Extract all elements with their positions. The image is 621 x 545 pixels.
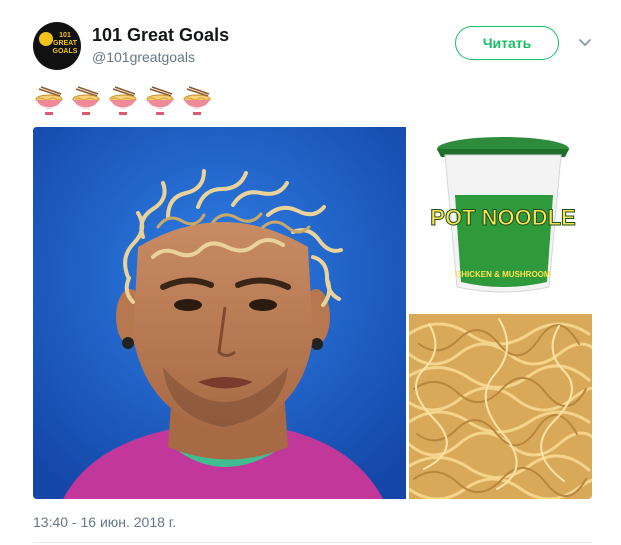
ramen-emoji-icon — [109, 86, 137, 115]
cup-flavor-text: CHICKEN & MUSHROOM — [455, 270, 550, 279]
follow-button[interactable]: Читать — [455, 26, 559, 60]
chevron-down-icon[interactable] — [578, 36, 592, 50]
tweet-timestamp[interactable]: 13:40 - 16 июн. 2018 г. — [33, 514, 176, 530]
author-handle[interactable]: @101greatgoals — [92, 49, 195, 65]
ramen-emoji-icon — [183, 86, 211, 115]
ramen-emoji-icon — [146, 86, 174, 115]
avatar[interactable]: 101 GREAT GOALS — [33, 22, 81, 70]
tweet-text — [33, 84, 213, 120]
cup-brand-text: POT NOODLE — [430, 205, 575, 230]
player-photo[interactable] — [33, 127, 406, 499]
ramen-emoji-icon — [72, 86, 100, 115]
ramen-emoji-icon — [35, 86, 63, 115]
noodles-photo[interactable] — [409, 314, 592, 499]
author-name[interactable]: 101 Great Goals — [92, 25, 229, 46]
tweet-card: 101 GREAT GOALS 101 Great Goals @101grea… — [0, 0, 621, 545]
pot-noodle-cup-photo[interactable]: POT NOODLE CHICKEN & MUSHROOM — [409, 127, 592, 311]
media-grid: POT NOODLE CHICKEN & MUSHROOM — [33, 127, 592, 499]
avatar-logo-text: 101 GREAT GOALS — [52, 32, 78, 55]
divider — [33, 542, 592, 543]
